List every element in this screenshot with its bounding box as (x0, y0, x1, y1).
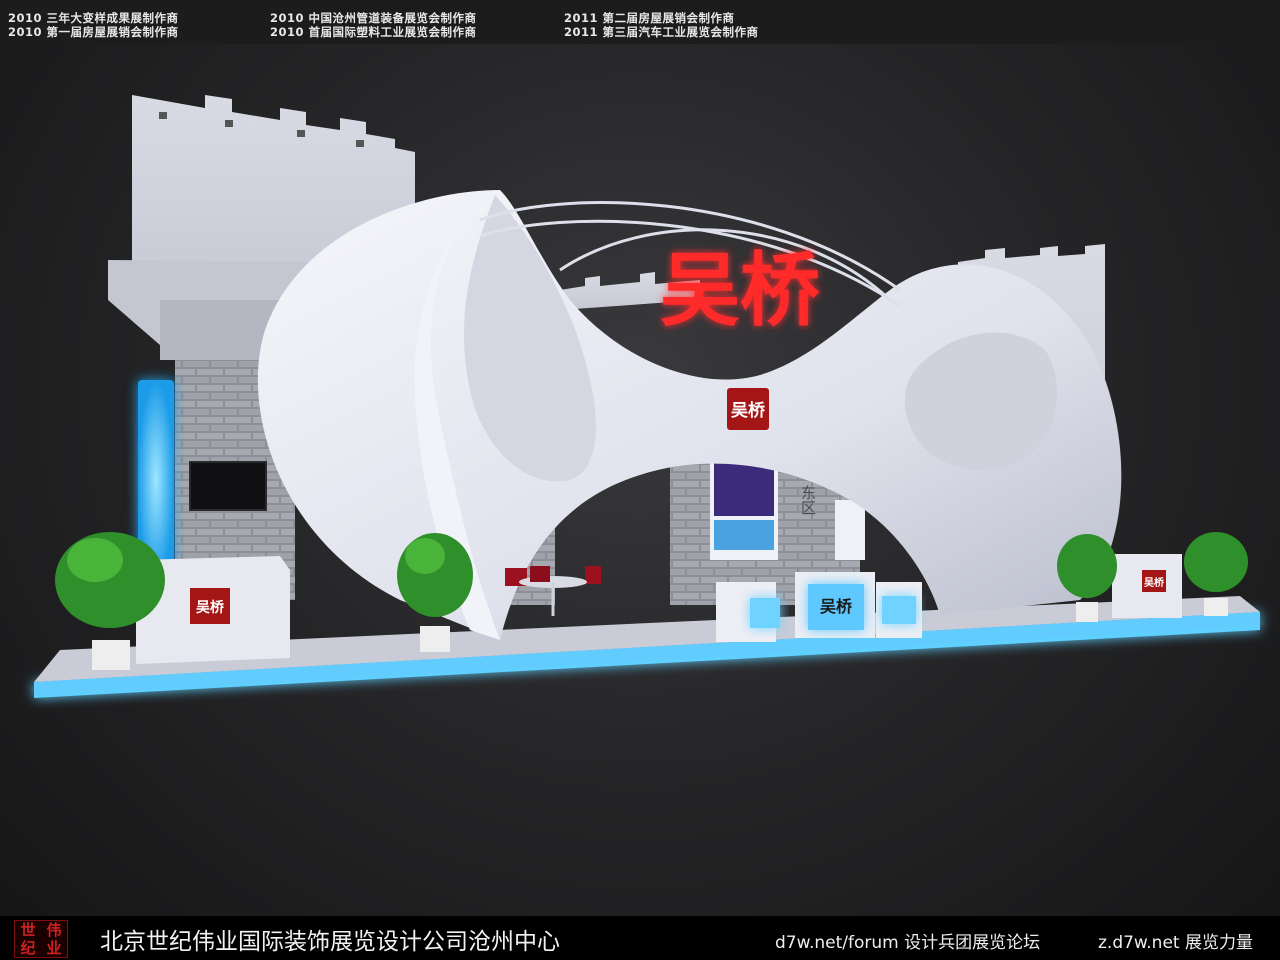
left-counter-logo: 吴桥 (196, 599, 225, 616)
credit-line: 2010 第一届房屋展销会制作商 (8, 25, 179, 39)
credit-line: 2010 首届国际塑料工业展览会制作商 (270, 25, 477, 39)
brand-badge: 吴桥 (731, 401, 766, 421)
credits-header: 2010 三年大变样成果展制作商 2010 中国沧州管道装备展览会制作商 201… (0, 0, 1280, 44)
brand-sign: 吴桥 (660, 243, 820, 337)
footer-bar: 世 伟 纪 业 北京世纪伟业国际装饰展览设计公司沧州中心 d7w.net/for… (0, 916, 1280, 960)
forum-link[interactable]: d7w.net/forum 设计兵团展览论坛 (775, 928, 1040, 953)
right-counter-logo: 吴桥 (1144, 576, 1165, 589)
booth-render: 吴桥 吴桥 东区 吴桥 吴桥 吴桥 (34, 95, 1260, 698)
front-counter-logo: 吴桥 (820, 597, 853, 616)
company-logo: 世 伟 纪 业 (14, 920, 68, 958)
company-name: 北京世纪伟业国际装饰展览设计公司沧州中心 (100, 929, 560, 955)
display-panel-far (835, 500, 865, 560)
tv-screen (189, 461, 267, 511)
credit-line: 2011 第三届汽车工业展览会制作商 (564, 25, 759, 39)
site-link[interactable]: z.d7w.net 展览力量 (1098, 928, 1253, 953)
zone-label: 东区 (799, 485, 817, 515)
